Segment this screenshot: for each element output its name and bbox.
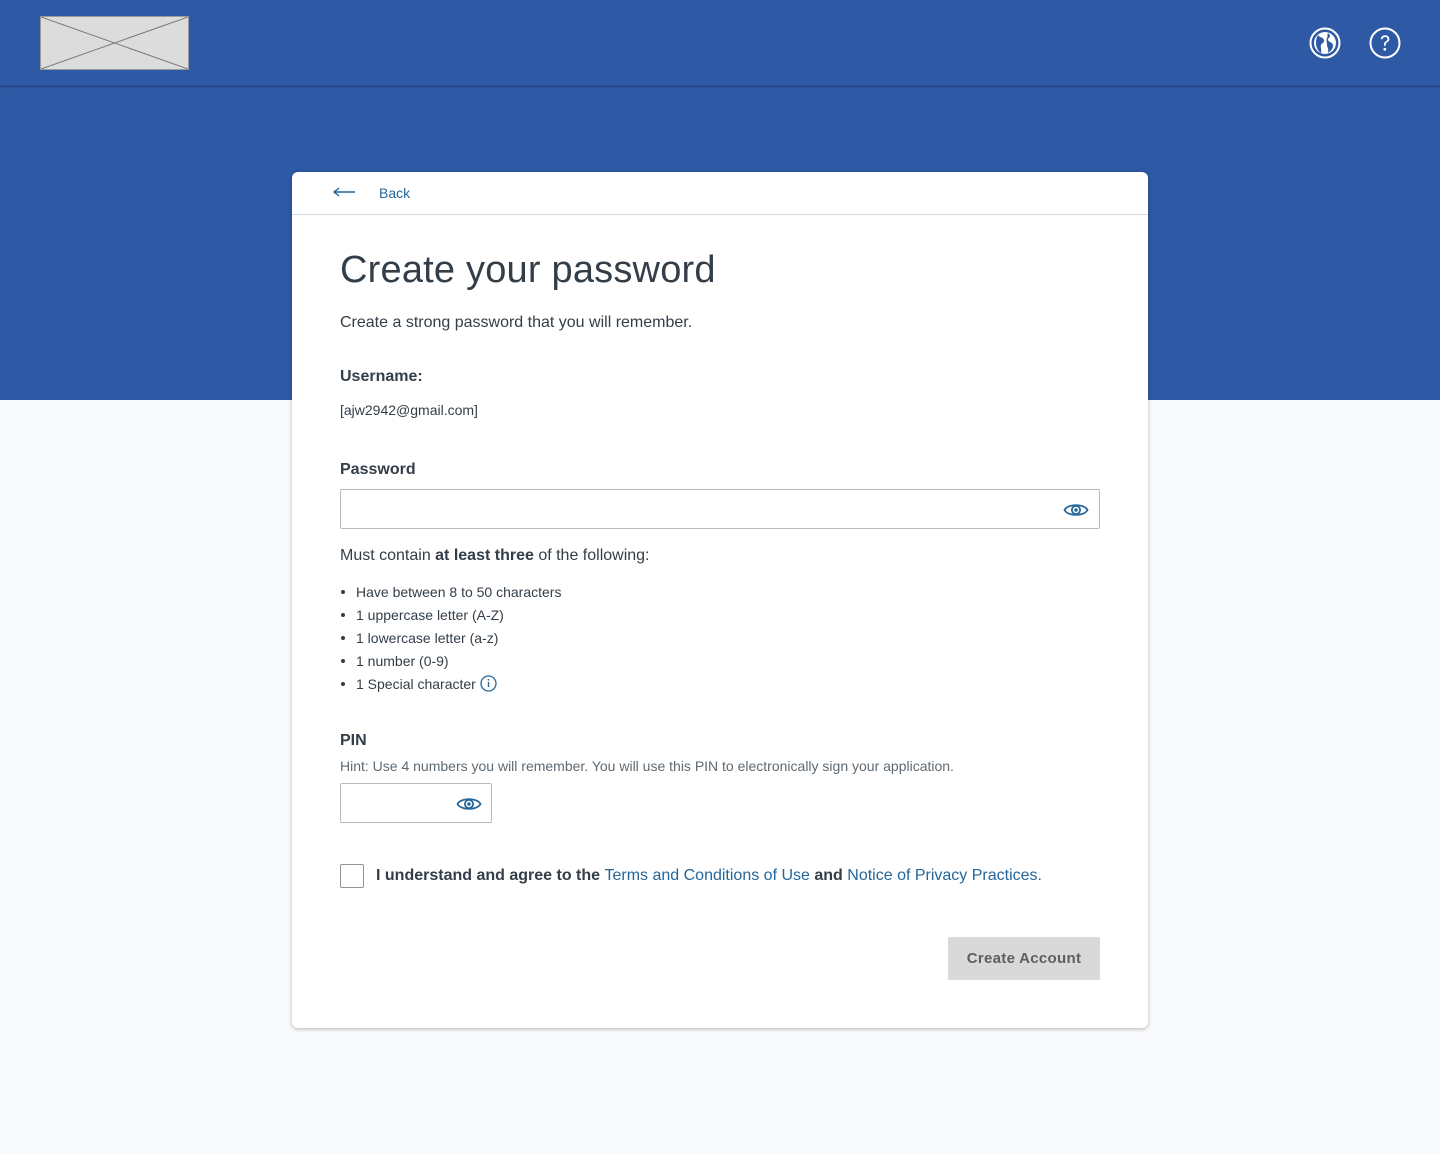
card-header: Back [292, 172, 1148, 215]
page-subtitle: Create a strong password that you will r… [340, 314, 693, 331]
pin-label: PIN [340, 732, 367, 749]
password-input[interactable] [341, 490, 1041, 528]
requirement-item: 1 Special character [340, 672, 561, 695]
top-navigation-bar [0, 0, 1440, 86]
requirement-item: 1 lowercase letter (a-z) [340, 626, 561, 649]
show-pin-icon[interactable] [456, 795, 482, 813]
requirements-suffix: of the following: [533, 547, 650, 564]
create-account-button[interactable]: Create Account [948, 937, 1100, 980]
requirements-prefix: Must contain [340, 547, 436, 564]
back-arrow-icon[interactable] [332, 184, 356, 200]
agreement-prefix: I understand and agree to the [376, 867, 605, 884]
create-password-card: Back Create your password Create a stron… [292, 172, 1148, 1028]
info-icon[interactable] [480, 675, 497, 692]
requirements-emphasis: at least three [435, 547, 534, 564]
password-label: Password [340, 461, 416, 478]
terms-link[interactable]: Terms and Conditions of Use [604, 867, 809, 884]
agreement-row: I understand and agree to the Terms and … [340, 864, 1042, 888]
back-link[interactable]: Back [379, 185, 410, 201]
password-requirements-list: Have between 8 to 50 characters 1 upperc… [340, 580, 561, 695]
pin-input[interactable] [341, 784, 449, 822]
requirement-text: 1 Special character [356, 675, 476, 692]
pin-hint: Hint: Use 4 numbers you will remember. Y… [340, 758, 954, 774]
help-icon[interactable] [1369, 27, 1401, 59]
agreement-middle: and [809, 867, 848, 884]
requirement-text: 1 lowercase letter (a-z) [356, 629, 499, 646]
requirement-item: 1 uppercase letter (A-Z) [340, 603, 561, 626]
requirement-text: 1 number (0-9) [356, 652, 449, 669]
show-password-icon[interactable] [1063, 501, 1089, 519]
pin-field-container [340, 783, 492, 823]
password-field-container [340, 489, 1100, 529]
requirement-item: Have between 8 to 50 characters [340, 580, 561, 603]
image-placeholder-icon [41, 17, 188, 69]
username-label: Username: [340, 368, 423, 385]
logo-placeholder [40, 16, 189, 70]
agreement-checkbox[interactable] [340, 864, 364, 888]
agreement-text: I understand and agree to the Terms and … [376, 867, 1042, 885]
password-requirements-intro: Must contain at least three of the follo… [340, 547, 650, 565]
page-title: Create your password [340, 249, 716, 291]
username-value: [ajw2942@gmail.com] [340, 402, 478, 418]
privacy-link[interactable]: Notice of Privacy Practices. [847, 867, 1042, 884]
requirement-text: Have between 8 to 50 characters [356, 583, 562, 600]
requirement-item: 1 number (0-9) [340, 649, 561, 672]
globe-icon[interactable] [1309, 27, 1341, 59]
requirement-text: 1 uppercase letter (A-Z) [356, 606, 504, 623]
